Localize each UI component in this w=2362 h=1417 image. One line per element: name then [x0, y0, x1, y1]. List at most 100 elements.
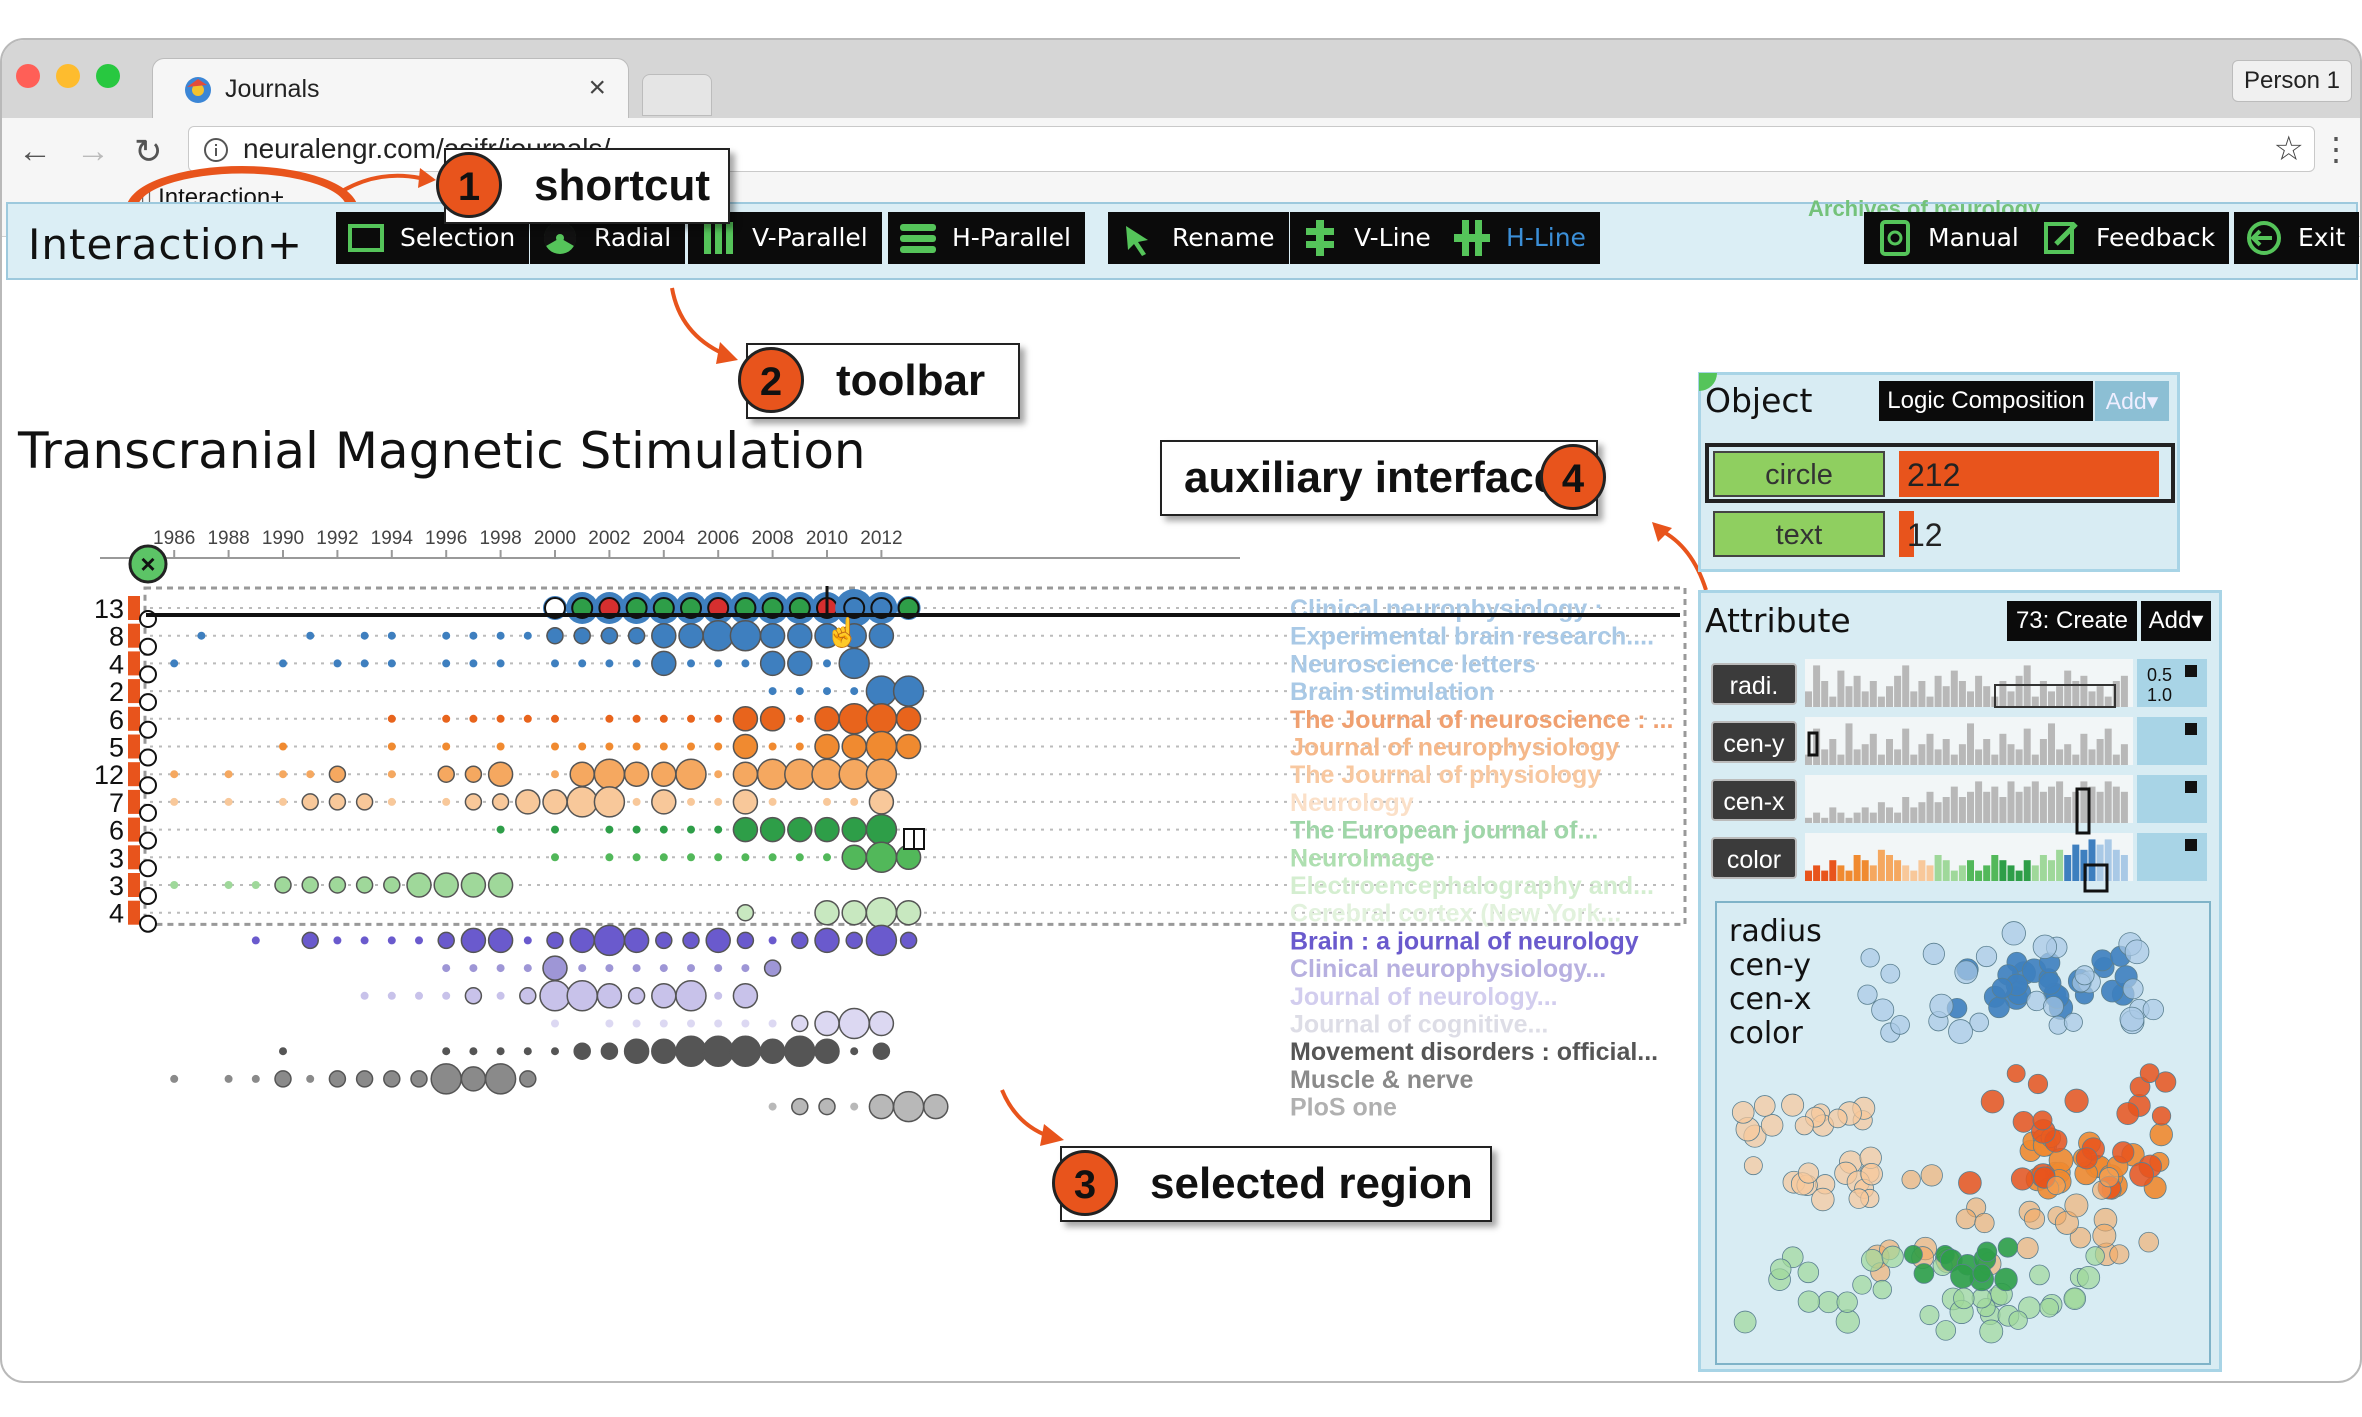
- projection-point: [1919, 1305, 1940, 1326]
- data-point: [496, 991, 505, 1000]
- row-handle-icon[interactable]: [139, 748, 157, 767]
- data-point: [675, 980, 707, 1012]
- histogram-bar: [1999, 797, 2007, 823]
- row-count-label: 2: [109, 677, 124, 707]
- projection-point: [1994, 1267, 2018, 1292]
- back-icon[interactable]: ←: [18, 132, 52, 171]
- data-point: [224, 1074, 233, 1083]
- row-handle-icon[interactable]: [139, 637, 157, 656]
- histogram-bar: [2088, 839, 2096, 881]
- v-line-tool-button[interactable]: V-Line: [1290, 212, 1445, 264]
- row-handle-icon[interactable]: [139, 914, 157, 933]
- row-handle-icon[interactable]: [139, 831, 157, 850]
- attribute-add-button[interactable]: Add▾: [2141, 601, 2211, 641]
- data-point: [865, 675, 898, 707]
- attr-radius-button[interactable]: radi.: [1711, 663, 1797, 705]
- histogram-bar: [1958, 744, 1966, 765]
- close-window-icon[interactable]: [16, 64, 40, 88]
- attr-color-button[interactable]: color: [1711, 837, 1797, 879]
- new-tab-button[interactable]: [642, 74, 712, 116]
- data-point: [814, 899, 840, 926]
- data-point: [659, 825, 668, 834]
- projection-view[interactable]: radius cen-y cen-x color: [1715, 901, 2211, 1365]
- data-point: [523, 714, 532, 723]
- row-handle-icon[interactable]: [139, 720, 157, 739]
- projection-point: [1991, 977, 2013, 999]
- projection-point: [1935, 1320, 1957, 1341]
- histogram-bar: [2072, 754, 2080, 765]
- data-point: [301, 876, 319, 894]
- object-text-button[interactable]: text: [1713, 511, 1885, 557]
- data-point: [872, 1042, 891, 1060]
- data-point: [279, 742, 287, 751]
- row-handle-icon[interactable]: [139, 776, 157, 795]
- data-point: [759, 816, 786, 843]
- row-handle-icon[interactable]: [139, 803, 157, 822]
- row-handle-icon[interactable]: [139, 887, 157, 905]
- data-point: [251, 936, 260, 945]
- histogram-bar: [2007, 865, 2015, 881]
- projection-point: [1997, 1237, 2018, 1258]
- projection-point: [2124, 939, 2150, 965]
- data-point: [442, 714, 451, 723]
- row-handle-icon[interactable]: [139, 693, 157, 712]
- projection-point: [2109, 1244, 2130, 1265]
- object-text-count: 12: [1907, 517, 1943, 553]
- row-handle-icon[interactable]: [139, 665, 157, 684]
- data-point: [841, 844, 867, 871]
- data-point: [415, 991, 423, 1000]
- profile-button[interactable]: Person 1: [2232, 60, 2352, 102]
- data-point: [632, 1019, 641, 1028]
- row-handle-icon[interactable]: [139, 859, 157, 878]
- histogram-bar: [2048, 860, 2055, 881]
- object-add-button[interactable]: Add▾: [2095, 381, 2169, 421]
- projection-point: [2139, 1063, 2160, 1083]
- histogram-bar: [2048, 786, 2055, 823]
- tab-journals[interactable]: Journals ×: [152, 58, 629, 121]
- h-line-tool-button[interactable]: H-Line: [1442, 212, 1600, 264]
- callout-selected-region: 3 selected region: [1052, 1146, 1492, 1222]
- maximize-window-icon[interactable]: [96, 64, 120, 88]
- feedback-button[interactable]: Feedback: [2032, 212, 2230, 264]
- x-tick-label: 1996: [425, 528, 467, 549]
- menu-icon[interactable]: ⋮: [2320, 130, 2352, 168]
- projection-point: [2149, 1122, 2173, 1147]
- data-point: [865, 703, 898, 735]
- projection-point: [1880, 963, 1901, 984]
- tab-close-icon[interactable]: ×: [588, 71, 606, 105]
- star-icon[interactable]: ☆: [2274, 129, 2304, 169]
- exit-button[interactable]: Exit: [2234, 212, 2360, 264]
- object-circle-button[interactable]: circle: [1713, 451, 1885, 497]
- minimize-window-icon[interactable]: [56, 64, 80, 88]
- data-point: [795, 687, 804, 696]
- manual-button[interactable]: Manual: [1864, 212, 2033, 264]
- journal-timeline-chart[interactable]: 1986 1988 1990 1992 1994 1996 1998 2000 2002 2004…: [0, 520, 1700, 1380]
- row-count-bar: [128, 734, 140, 759]
- logic-composition-button[interactable]: Logic Composition: [1879, 381, 2093, 421]
- data-point: [675, 758, 707, 790]
- data-point: [795, 714, 804, 723]
- forward-icon[interactable]: →: [76, 132, 110, 171]
- data-point: [224, 770, 233, 779]
- attr-cen-x-button[interactable]: cen-x: [1711, 779, 1797, 821]
- projection-scatter[interactable]: [1717, 903, 2209, 1363]
- data-point: [632, 714, 641, 723]
- create-attribute-button[interactable]: 73: Create: [2007, 601, 2137, 641]
- radius-range-high: 1.0: [2147, 685, 2173, 705]
- data-point: [632, 797, 641, 806]
- h-parallel-tool-button[interactable]: H-Parallel: [888, 212, 1085, 264]
- projection-point: [1976, 1241, 1998, 1263]
- attr-cen-y-button[interactable]: cen-y: [1711, 721, 1797, 763]
- projection-point: [2085, 1246, 2105, 1266]
- projection-point: [1953, 1287, 1975, 1310]
- data-point: [251, 881, 260, 889]
- data-point: [197, 631, 206, 640]
- data-point: [811, 758, 843, 790]
- data-point: [838, 1007, 870, 1040]
- data-point: [460, 927, 487, 954]
- data-point: [732, 733, 759, 760]
- rename-tool-button[interactable]: Rename: [1108, 212, 1289, 264]
- histogram-bar: [2048, 691, 2055, 707]
- projection-point: [1920, 1164, 1943, 1187]
- callout-number: 3: [1052, 1150, 1118, 1216]
